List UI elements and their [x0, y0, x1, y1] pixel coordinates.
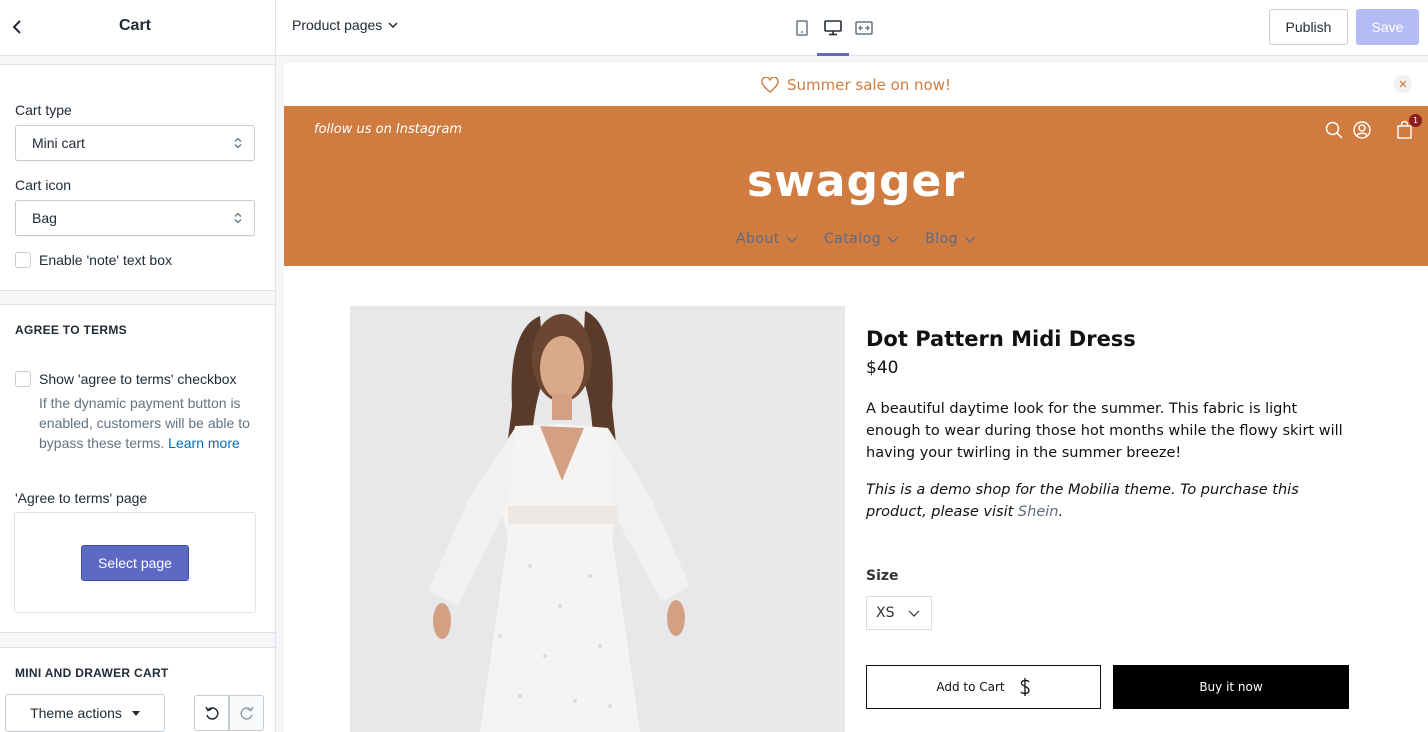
chevron-down-icon	[887, 236, 899, 243]
redo-button[interactable]	[229, 695, 264, 731]
cart-icon-value: Bag	[32, 210, 57, 226]
shein-link[interactable]: Shein	[1018, 504, 1059, 520]
agree-checkbox[interactable]	[15, 371, 31, 387]
note-text: This is a demo shop for the Mobilia them…	[866, 482, 1299, 520]
product-description: A beautiful daytime look for the summer.…	[866, 401, 1343, 461]
caret-down-icon	[131, 710, 140, 716]
store-logo[interactable]: swagger	[284, 156, 1428, 207]
terms-page-label: 'Agree to terms' page	[15, 490, 148, 506]
nav-label: About	[735, 231, 780, 247]
nav-label: Blog	[925, 231, 959, 247]
agree-checkbox-label: Show 'agree to terms' checkbox	[39, 371, 237, 387]
chevron-down-icon	[786, 236, 798, 243]
cart-settings-card: Cart type Mini cart Cart icon Bag Enable…	[0, 64, 275, 291]
product-demo-note: This is a demo shop for the Mobilia them…	[866, 479, 1356, 523]
sidebar-title: Cart	[118, 17, 151, 34]
cart-type-label: Cart type	[15, 102, 72, 118]
desktop-icon	[824, 20, 842, 36]
dress-model-illustration	[350, 306, 845, 732]
dollar-icon	[1020, 678, 1030, 696]
learn-more-link[interactable]: Learn more	[168, 435, 240, 451]
close-icon	[1399, 80, 1407, 88]
theme-actions-label: Theme actions	[30, 705, 122, 721]
cart-icon-select[interactable]: Bag	[15, 200, 255, 236]
sidebar-header: Cart	[0, 0, 276, 56]
social-link[interactable]: follow us on Instagram	[314, 122, 462, 137]
editor-topbar: Cart Product pages Publish Save	[0, 0, 1428, 56]
theme-actions-button[interactable]: Theme actions	[5, 694, 165, 732]
mini-drawer-heading: MINI AND DRAWER CART	[15, 666, 169, 680]
product-title: Dot Pattern Midi Dress	[866, 327, 1136, 351]
select-arrows-icon	[234, 137, 242, 149]
note-checkbox[interactable]	[15, 252, 31, 268]
agree-help-text: If the dynamic payment button is enabled…	[39, 393, 254, 453]
mobile-icon	[796, 20, 808, 36]
publish-button[interactable]: Publish	[1269, 9, 1348, 45]
product-image[interactable]	[350, 306, 845, 732]
settings-sidebar: Cart type Mini cart Cart icon Bag Enable…	[0, 56, 276, 732]
size-value: XS	[876, 605, 895, 621]
note-checkbox-row[interactable]: Enable 'note' text box	[15, 252, 172, 268]
save-button[interactable]: Save	[1356, 9, 1419, 45]
terms-page-picker: Select page	[14, 512, 256, 613]
nav-item-catalog[interactable]: Catalog	[824, 231, 899, 247]
heart-icon	[761, 76, 779, 93]
announcement-bar[interactable]: Summer sale on now!	[284, 63, 1428, 106]
chevron-down-icon	[909, 610, 920, 617]
nav-item-blog[interactable]: Blog	[925, 231, 976, 247]
undo-icon	[204, 706, 219, 720]
nav-item-about[interactable]: About	[736, 231, 798, 247]
add-to-cart-label: Add to Cart	[936, 680, 1005, 694]
undo-button[interactable]	[194, 695, 229, 731]
store-header: follow us on Instagram 1 swagger About C…	[284, 106, 1428, 266]
search-button[interactable]	[1324, 120, 1344, 140]
product-price: $40	[866, 358, 899, 378]
page-type-label: Product pages	[292, 17, 383, 33]
expand-icon	[855, 21, 873, 35]
account-button[interactable]	[1352, 120, 1372, 140]
size-select[interactable]: XS	[866, 596, 932, 630]
note-suffix: .	[1058, 504, 1064, 520]
mobile-view-button[interactable]	[786, 14, 818, 42]
agree-terms-card: AGREE TO TERMS Show 'agree to terms' che…	[0, 304, 275, 633]
cart-icon-label: Cart icon	[15, 177, 72, 193]
search-icon	[1325, 121, 1343, 139]
storefront-preview: Summer sale on now! follow us on Instagr…	[284, 63, 1428, 732]
user-icon	[1353, 121, 1371, 139]
select-arrows-icon	[234, 212, 242, 224]
announcement-text: Summer sale on now!	[786, 75, 951, 94]
page-type-selector[interactable]: Product pages	[292, 17, 398, 33]
cart-count-badge: 1	[1409, 114, 1422, 127]
main-nav: About Catalog Blog	[284, 231, 1428, 247]
cart-type-value: Mini cart	[32, 135, 85, 151]
sidebar-footer: Theme actions	[0, 683, 276, 732]
chevron-down-icon	[964, 236, 976, 243]
redo-icon	[239, 706, 254, 720]
note-checkbox-label: Enable 'note' text box	[39, 252, 172, 268]
preview-area: Summer sale on now! follow us on Instagr…	[276, 56, 1428, 732]
add-to-cart-button[interactable]: Add to Cart	[866, 665, 1101, 709]
chevron-down-icon	[388, 22, 398, 28]
cart-type-select[interactable]: Mini cart	[15, 125, 255, 161]
agree-terms-heading: AGREE TO TERMS	[15, 323, 127, 337]
desktop-view-button[interactable]	[817, 14, 849, 56]
buy-now-button[interactable]: Buy it now	[1113, 665, 1349, 709]
fullscreen-view-button[interactable]	[848, 14, 880, 42]
announcement-close-button[interactable]	[1394, 75, 1412, 93]
cart-button[interactable]: 1	[1394, 114, 1422, 140]
size-label: Size	[866, 568, 899, 584]
agree-checkbox-row[interactable]: Show 'agree to terms' checkbox	[15, 371, 237, 387]
select-page-button[interactable]: Select page	[81, 545, 189, 581]
nav-label: Catalog	[823, 231, 882, 247]
